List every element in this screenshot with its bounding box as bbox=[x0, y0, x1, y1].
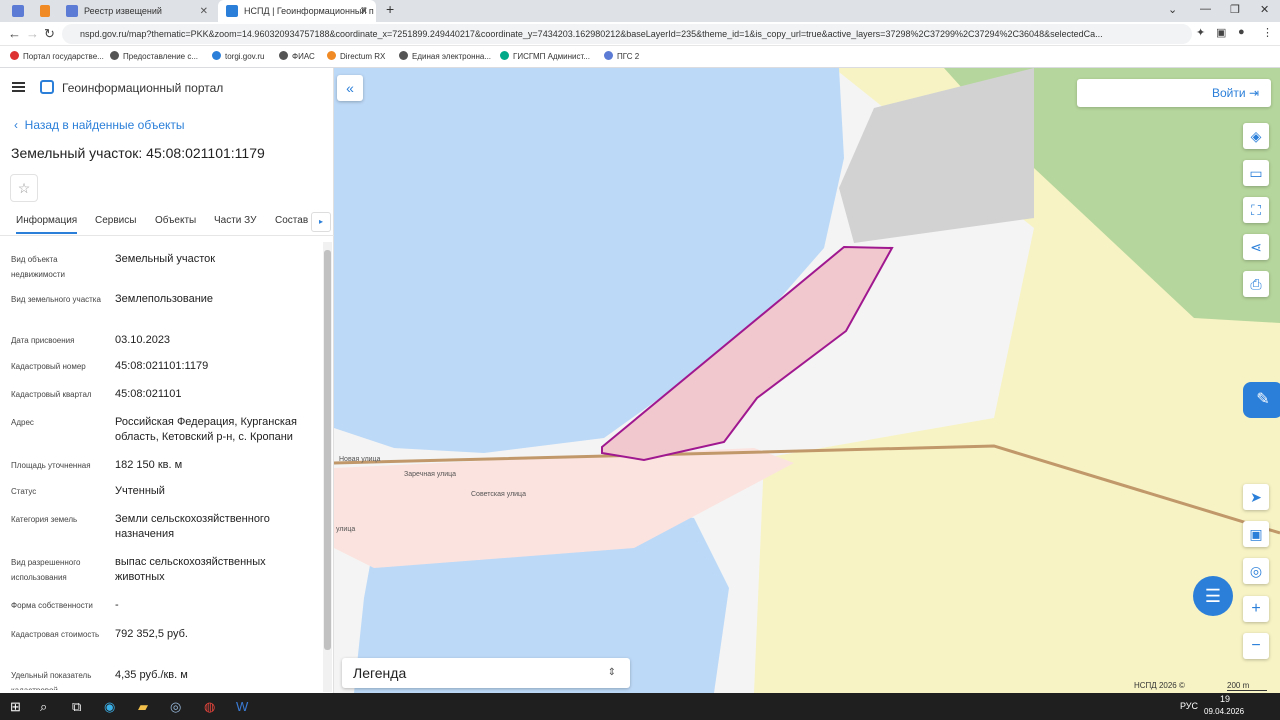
chevron-left-icon: ‹ bbox=[14, 118, 25, 132]
print-icon[interactable]: ⎙ bbox=[1243, 271, 1269, 297]
windows-start-icon[interactable]: ⊞ bbox=[10, 699, 21, 715]
tab-registry[interactable]: Реестр извещений ✕ bbox=[58, 0, 216, 22]
eagle-icon bbox=[66, 5, 78, 17]
tab-composition[interactable]: Состав bbox=[275, 215, 308, 226]
globe-icon bbox=[399, 51, 408, 60]
tab-objects[interactable]: Объекты bbox=[155, 215, 196, 226]
portal-header: Геоинформационный портал bbox=[0, 68, 334, 106]
street-label: Советская улица bbox=[471, 491, 526, 498]
bookmark-item[interactable]: ГИСГМП Админист... bbox=[500, 51, 590, 61]
word-icon[interactable]: W bbox=[236, 699, 248, 714]
legend-dropdown[interactable]: Легенда ⇕ bbox=[342, 658, 630, 688]
zoom-out-button[interactable]: − bbox=[1243, 633, 1269, 659]
bookmark-item[interactable]: torgi.gov.ru bbox=[212, 51, 264, 61]
clock-date[interactable]: 09.04.2026 bbox=[1204, 707, 1244, 716]
bookmark-item[interactable]: Портал государстве... bbox=[10, 51, 104, 61]
reload-icon[interactable]: ↻ bbox=[44, 26, 55, 42]
tab-parts[interactable]: Части ЗУ bbox=[214, 215, 256, 226]
url-field[interactable]: nspd.gov.ru/map?thematic=PKK&zoom=14.960… bbox=[62, 24, 1192, 44]
map-view[interactable]: Новая улица Заречная улица Советская ули… bbox=[334, 68, 1280, 693]
bookmark-item[interactable]: Directum RX bbox=[327, 51, 385, 61]
portal-logo-icon bbox=[40, 80, 54, 94]
tab-information[interactable]: Информация bbox=[16, 215, 78, 234]
minimize-icon[interactable]: — bbox=[1200, 3, 1211, 15]
back-arrow-icon[interactable]: ← bbox=[8, 26, 21, 41]
gisgmp-icon bbox=[500, 51, 509, 60]
ruler-icon[interactable]: ▭ bbox=[1243, 160, 1269, 186]
favorite-star-icon[interactable]: ☆ bbox=[10, 174, 38, 202]
menu-icon[interactable] bbox=[12, 82, 25, 92]
clock-time[interactable]: 19 bbox=[1220, 694, 1230, 704]
eagle-icon bbox=[12, 5, 24, 17]
globe-icon bbox=[110, 51, 119, 60]
folder-icon[interactable]: ▰ bbox=[138, 699, 148, 715]
login-button[interactable]: Войти ⇥ bbox=[1077, 79, 1271, 107]
minimap-icon[interactable]: ▣ bbox=[1243, 521, 1269, 547]
login-icon: ⇥ bbox=[1248, 86, 1259, 100]
nspd-icon bbox=[226, 5, 238, 17]
back-to-results-link[interactable]: ‹ Назад в найденные объекты bbox=[14, 118, 185, 132]
torgi-icon bbox=[212, 51, 221, 60]
bookmarks-bar: Портал государстве... Предоставление с..… bbox=[0, 46, 1280, 68]
chrome-icon[interactable]: ◍ bbox=[204, 699, 215, 715]
tab-services[interactable]: Сервисы bbox=[95, 215, 136, 226]
street-label: улица bbox=[336, 526, 355, 533]
sidepanel-icon[interactable]: ▣ bbox=[1216, 26, 1226, 39]
language-indicator[interactable]: РУС bbox=[1180, 701, 1198, 711]
object-info-panel: Геоинформационный портал ‹ Назад в найде… bbox=[0, 68, 334, 693]
map-canvas: Новая улица Заречная улица Советская ули… bbox=[334, 68, 1280, 693]
tab-pinned-2[interactable] bbox=[32, 0, 56, 22]
close-icon[interactable]: ✕ bbox=[360, 6, 368, 17]
chat-bubble-icon[interactable]: ☰ bbox=[1193, 576, 1233, 616]
map-scale: 200 m bbox=[1227, 681, 1267, 691]
zoom-in-button[interactable]: + bbox=[1243, 596, 1269, 622]
street-label: Новая улица bbox=[339, 456, 381, 463]
windows-taskbar: ⊞ ⌕ ⧉ ◉ ▰ ◎ ◍ W РУС 19 09.04.2026 bbox=[0, 693, 1280, 720]
close-icon[interactable]: ✕ bbox=[200, 6, 208, 17]
collapse-panel-button[interactable]: « bbox=[337, 75, 363, 101]
tab-nspd[interactable]: НСПД | Геоинформационный п ✕ bbox=[218, 0, 376, 22]
bookmark-icon bbox=[40, 5, 50, 17]
navigation-arrow-icon[interactable]: ➤ bbox=[1243, 484, 1269, 510]
attributes-list: Вид объекта недвижимости Земельный участо… bbox=[11, 253, 297, 690]
flag-icon bbox=[10, 51, 19, 60]
info-tabs: Информация Сервисы Объекты Части ЗУ Сост… bbox=[0, 208, 334, 236]
search-icon[interactable]: ⌕ bbox=[40, 699, 47, 715]
bookmark-item[interactable]: Единая электронна... bbox=[399, 51, 491, 61]
profile-icon[interactable]: ● bbox=[1238, 26, 1245, 38]
forward-arrow-icon[interactable]: → bbox=[26, 26, 39, 41]
portal-brand: Геоинформационный портал bbox=[62, 81, 224, 95]
feedback-chat-icon[interactable]: ✎ bbox=[1243, 382, 1280, 418]
edge-icon[interactable]: ◉ bbox=[104, 699, 115, 715]
bookmark-item[interactable]: Предоставление с... bbox=[110, 51, 198, 61]
bookmark-item[interactable]: ФИАС bbox=[279, 51, 315, 61]
address-bar: ← → ↻ nspd.gov.ru/map?thematic=PKK&zoom=… bbox=[0, 22, 1280, 46]
maximize-icon[interactable]: ❐ bbox=[1230, 3, 1240, 16]
select-area-icon[interactable]: ⛶ bbox=[1243, 197, 1269, 223]
window-close-icon[interactable]: ✕ bbox=[1260, 3, 1269, 16]
extensions-icon[interactable]: ✦ bbox=[1196, 26, 1205, 39]
panel-scrollbar[interactable] bbox=[323, 242, 332, 692]
app-icon[interactable]: ◎ bbox=[170, 699, 181, 715]
scrollbar-thumb[interactable] bbox=[324, 250, 331, 650]
browser-tab-bar: Реестр извещений ✕ НСПД | Геоинформационн… bbox=[0, 0, 1280, 22]
share-icon[interactable]: ⋖ bbox=[1243, 234, 1269, 260]
chevron-right-icon[interactable]: ▸ bbox=[311, 212, 331, 232]
chevron-updown-icon: ⇕ bbox=[607, 667, 616, 678]
locate-icon[interactable]: ◎ bbox=[1243, 558, 1269, 584]
menu-dots-icon[interactable]: ⋮ bbox=[1262, 26, 1273, 39]
layers-icon[interactable]: ◈ bbox=[1243, 123, 1269, 149]
eagle-icon bbox=[604, 51, 613, 60]
directum-icon bbox=[327, 51, 336, 60]
tab-pinned-1[interactable] bbox=[4, 0, 30, 22]
task-view-icon[interactable]: ⧉ bbox=[72, 699, 81, 715]
map-attribution: НСПД 2026 © bbox=[1134, 681, 1185, 690]
tab-search-icon[interactable]: ⌄ bbox=[1168, 3, 1177, 16]
bookmark-item[interactable]: ПГС 2 bbox=[604, 51, 639, 61]
page-title: Земельный участок: 45:08:021101:1179 bbox=[11, 145, 265, 161]
street-label: Заречная улица bbox=[404, 471, 456, 478]
globe-icon bbox=[279, 51, 288, 60]
new-tab-icon[interactable]: + bbox=[386, 1, 394, 17]
